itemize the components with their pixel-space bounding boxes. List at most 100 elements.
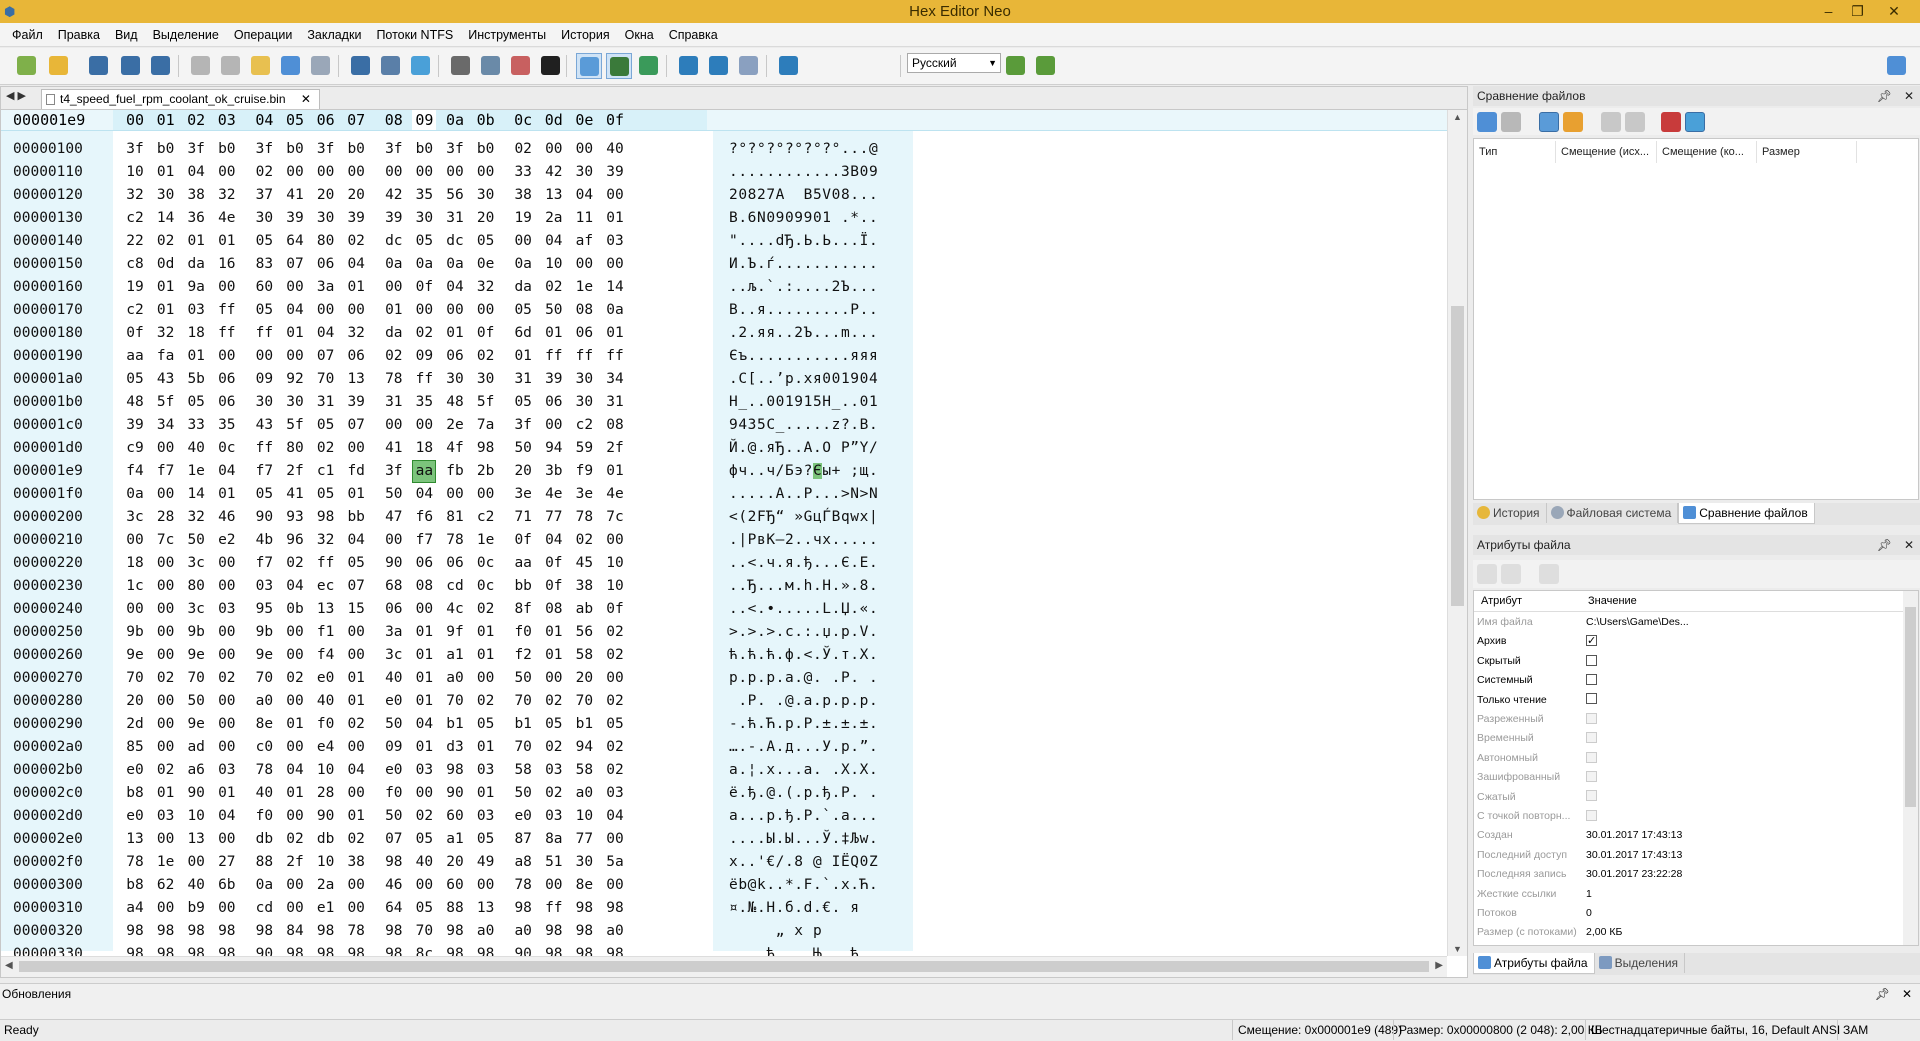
- hex-byte[interactable]: 01: [154, 276, 178, 299]
- hex-byte[interactable]: dc: [382, 230, 406, 253]
- scroll-up-icon[interactable]: ▲: [1453, 112, 1462, 122]
- copy-icon[interactable]: [278, 53, 304, 79]
- replace-icon[interactable]: [448, 53, 474, 79]
- hex-byte[interactable]: 07: [344, 414, 368, 437]
- hex-byte[interactable]: 00: [215, 736, 239, 759]
- attribute-row[interactable]: С точкой повторн...: [1474, 807, 1904, 826]
- hex-byte[interactable]: 35: [412, 184, 436, 207]
- hex-byte[interactable]: 0f: [474, 322, 498, 345]
- hex-byte[interactable]: cd: [443, 575, 467, 598]
- hex-byte[interactable]: 00: [215, 713, 239, 736]
- row-text[interactable]: „ x p: [729, 920, 888, 943]
- hex-byte[interactable]: 00: [382, 529, 406, 552]
- attribute-checkbox[interactable]: [1586, 673, 1597, 685]
- compare-prev-icon[interactable]: [1601, 112, 1621, 132]
- hex-byte[interactable]: e2: [215, 529, 239, 552]
- hex-byte[interactable]: 00: [283, 805, 307, 828]
- hex-byte[interactable]: 02: [283, 552, 307, 575]
- tab-file-attributes[interactable]: Атрибуты файла: [1473, 953, 1595, 974]
- hex-byte[interactable]: da: [511, 276, 535, 299]
- go-to-offset-icon[interactable]: [348, 53, 374, 79]
- attribute-row[interactable]: Последняя запись 30.01.2017 23:22:28: [1474, 865, 1904, 884]
- attribute-row[interactable]: Жесткие ссылки 1: [1474, 885, 1904, 904]
- hex-row[interactable]: 00000320 98 98 98 98 98 84 98 78 98 70 98 a0 a0 98 98 a0…: [1, 920, 1201, 943]
- hex-byte[interactable]: 00: [215, 552, 239, 575]
- hex-byte[interactable]: 94: [542, 437, 566, 460]
- hex-byte[interactable]: 05: [511, 391, 535, 414]
- hex-byte[interactable]: 07: [283, 253, 307, 276]
- hex-byte[interactable]: f0: [511, 621, 535, 644]
- hex-byte[interactable]: 02: [511, 138, 535, 161]
- hex-byte[interactable]: 01: [412, 621, 436, 644]
- close-button[interactable]: ✕: [1872, 0, 1916, 22]
- hex-byte[interactable]: 90: [443, 782, 467, 805]
- hex-byte[interactable]: 02: [412, 322, 436, 345]
- tab-history[interactable]: История: [1473, 503, 1547, 523]
- hex-byte[interactable]: 9b: [252, 621, 276, 644]
- row-text[interactable]: .P. .@.а.p.p.p.: [729, 690, 878, 713]
- hex-byte[interactable]: 00: [382, 414, 406, 437]
- hex-byte[interactable]: 01: [184, 230, 208, 253]
- hex-row[interactable]: 00000190 aa fa 01 00 00 00 07 06 02 09 06 02 01 ff ff ff…: [1, 345, 1201, 368]
- hex-byte[interactable]: 3f: [511, 414, 535, 437]
- hex-byte[interactable]: 00: [283, 736, 307, 759]
- compare-col-type[interactable]: Тип: [1474, 141, 1556, 163]
- hex-byte[interactable]: 46: [215, 506, 239, 529]
- hex-byte[interactable]: 34: [603, 368, 627, 391]
- hex-byte[interactable]: 98: [123, 920, 147, 943]
- hex-byte[interactable]: 13: [123, 828, 147, 851]
- hex-byte[interactable]: 78: [252, 759, 276, 782]
- hex-byte[interactable]: 04: [542, 230, 566, 253]
- hex-byte[interactable]: 06: [572, 322, 596, 345]
- hex-byte[interactable]: ff: [215, 322, 239, 345]
- hex-byte[interactable]: 41: [283, 184, 307, 207]
- hex-byte[interactable]: 48: [443, 391, 467, 414]
- hex-byte[interactable]: 01: [154, 782, 178, 805]
- hex-byte[interactable]: 00: [283, 345, 307, 368]
- hex-byte[interactable]: 5f: [283, 414, 307, 437]
- hex-byte[interactable]: aa: [511, 552, 535, 575]
- hex-byte[interactable]: 00: [344, 161, 368, 184]
- hex-row[interactable]: 000001e9 f4 f7 1e 04 f7 2f c1 fd 3f aa fb 2b 20 3b f9 01…: [1, 460, 1201, 483]
- hex-byte[interactable]: 02: [283, 828, 307, 851]
- hex-byte[interactable]: 98: [382, 920, 406, 943]
- hex-byte[interactable]: 01: [603, 460, 627, 483]
- hex-byte[interactable]: 00: [344, 874, 368, 897]
- hex-byte[interactable]: 01: [542, 322, 566, 345]
- hex-byte[interactable]: 3c: [123, 506, 147, 529]
- hex-byte[interactable]: 98: [215, 920, 239, 943]
- hex-byte[interactable]: 00: [154, 621, 178, 644]
- hex-byte[interactable]: 3e: [511, 483, 535, 506]
- hex-byte[interactable]: b1: [572, 713, 596, 736]
- hex-byte[interactable]: 00: [154, 690, 178, 713]
- hex-byte[interactable]: f7: [252, 460, 276, 483]
- hex-byte[interactable]: 06: [443, 552, 467, 575]
- hex-byte[interactable]: 10: [184, 805, 208, 828]
- hex-byte[interactable]: 03: [215, 759, 239, 782]
- row-text[interactable]: .2.яя..2Ъ...m...: [729, 322, 878, 345]
- hex-byte[interactable]: bb: [344, 506, 368, 529]
- hex-byte[interactable]: b8: [123, 782, 147, 805]
- menu-item[interactable]: Инструменты: [468, 28, 546, 42]
- hex-byte[interactable]: 4b: [252, 529, 276, 552]
- hex-byte[interactable]: 01: [283, 713, 307, 736]
- hex-byte[interactable]: 50: [382, 713, 406, 736]
- hex-byte[interactable]: 00: [572, 138, 596, 161]
- hex-byte[interactable]: b0: [412, 138, 436, 161]
- hex-byte[interactable]: 00: [215, 897, 239, 920]
- hex-byte[interactable]: 00: [344, 897, 368, 920]
- hex-byte[interactable]: 06: [542, 391, 566, 414]
- hex-byte[interactable]: 0a: [511, 253, 535, 276]
- hex-byte[interactable]: 18: [412, 437, 436, 460]
- hex-byte[interactable]: 6d: [511, 322, 535, 345]
- hex-byte[interactable]: 9e: [184, 644, 208, 667]
- hex-byte[interactable]: 02: [154, 667, 178, 690]
- compare-col-source-offset[interactable]: Смещение (исх...: [1556, 141, 1657, 163]
- hex-byte[interactable]: e0: [382, 690, 406, 713]
- menu-item[interactable]: Файл: [12, 28, 43, 42]
- hex-byte[interactable]: 03: [252, 575, 276, 598]
- hex-byte[interactable]: 00: [474, 667, 498, 690]
- hex-byte[interactable]: ff: [252, 437, 276, 460]
- hex-byte[interactable]: 2d: [123, 713, 147, 736]
- hex-byte[interactable]: b0: [344, 138, 368, 161]
